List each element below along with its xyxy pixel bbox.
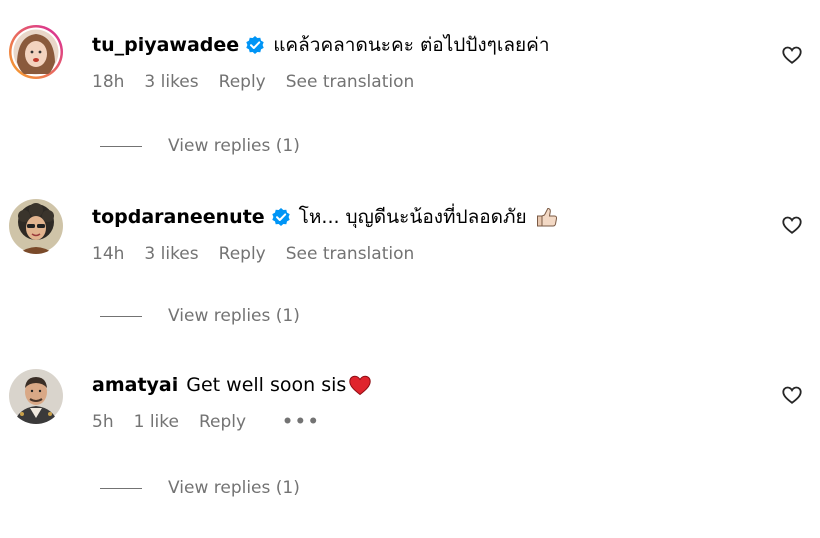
username[interactable]: topdaraneenute <box>92 204 265 230</box>
like-count[interactable]: 3 likes <box>144 244 198 264</box>
like-count[interactable]: 1 like <box>134 412 179 432</box>
divider-line <box>100 145 142 147</box>
comment-line: tu_piyawadee แคล้วคลาดนะคะ ต่อไปปังๆเลยค… <box>92 32 760 58</box>
red-heart-emoji-icon <box>348 373 372 397</box>
heart-outline-icon[interactable] <box>781 214 803 236</box>
reply-button[interactable]: Reply <box>199 412 246 432</box>
comment-meta: 18h 3 likes Reply See translation <box>92 72 760 92</box>
username[interactable]: amatyai <box>92 372 178 398</box>
verified-badge-icon <box>271 207 291 227</box>
comment-item: tu_piyawadee แคล้วคลาดนะคะ ต่อไปปังๆเลยค… <box>0 24 820 194</box>
see-translation-button[interactable]: See translation <box>286 72 415 92</box>
view-replies-button[interactable]: View replies (1) <box>100 478 300 498</box>
timestamp[interactable]: 14h <box>92 244 124 264</box>
divider-line <box>100 315 142 317</box>
view-replies-button[interactable]: View replies (1) <box>100 306 300 326</box>
view-replies-label: View replies (1) <box>168 306 300 326</box>
profile-photo-icon <box>9 369 63 424</box>
view-replies-label: View replies (1) <box>168 136 300 156</box>
comment-body: tu_piyawadee แคล้วคลาดนะคะ ต่อไปปังๆเลยค… <box>92 32 760 92</box>
divider-line <box>100 487 142 489</box>
comment-text: Get well soon sis <box>186 374 347 396</box>
comment-text: แคล้วคลาดนะคะ ต่อไปปังๆเลยค่า <box>273 34 550 56</box>
timestamp[interactable]: 5h <box>92 412 114 432</box>
heart-outline-icon[interactable] <box>781 44 803 66</box>
comment-meta: 5h 1 like Reply ••• <box>92 412 760 432</box>
heart-outline-icon[interactable] <box>781 384 803 406</box>
comment-meta: 14h 3 likes Reply See translation <box>92 244 760 264</box>
comment-line: amatyai Get well soon sis <box>92 372 760 398</box>
see-translation-button[interactable]: See translation <box>286 244 415 264</box>
view-replies-label: View replies (1) <box>168 478 300 498</box>
verified-badge-icon <box>245 35 265 55</box>
comment-body: topdaraneenute โห... บุญดีนะน้องที่ปลอดภ… <box>92 204 760 264</box>
comment-item: amatyai Get well soon sis 5h 1 like Repl… <box>0 368 820 538</box>
reply-button[interactable]: Reply <box>219 244 266 264</box>
avatar[interactable] <box>8 368 64 424</box>
comment-item: topdaraneenute โห... บุญดีนะน้องที่ปลอดภ… <box>0 198 820 368</box>
view-replies-button[interactable]: View replies (1) <box>100 136 300 156</box>
profile-photo-icon <box>9 25 63 79</box>
reply-button[interactable]: Reply <box>219 72 266 92</box>
comment-text: โห... บุญดีนะน้องที่ปลอดภัย <box>298 206 527 228</box>
more-options-button[interactable]: ••• <box>282 412 321 432</box>
avatar[interactable] <box>8 24 64 80</box>
profile-photo-icon <box>9 199 63 254</box>
comment-line: topdaraneenute โห... บุญดีนะน้องที่ปลอดภ… <box>92 204 760 230</box>
timestamp[interactable]: 18h <box>92 72 124 92</box>
thumbs-up-emoji-icon <box>535 205 559 229</box>
comment-body: amatyai Get well soon sis 5h 1 like Repl… <box>92 372 760 432</box>
username[interactable]: tu_piyawadee <box>92 32 239 58</box>
like-count[interactable]: 3 likes <box>144 72 198 92</box>
avatar[interactable] <box>8 198 64 254</box>
